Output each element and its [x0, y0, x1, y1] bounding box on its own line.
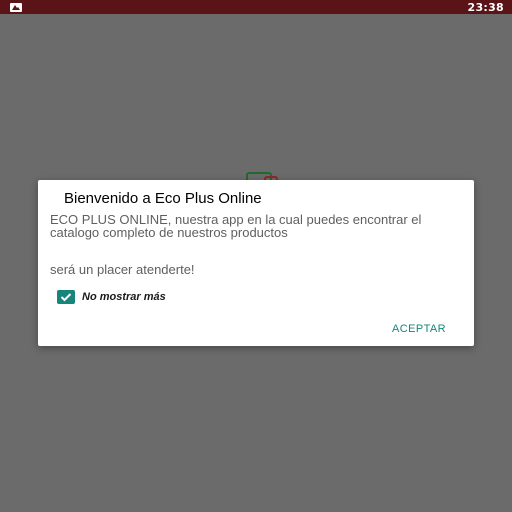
dont-show-again-checkbox[interactable] [57, 290, 75, 304]
dialog-message: ECO PLUS ONLINE, nuestra app en la cual … [50, 212, 422, 240]
status-bar: 23:38 [0, 0, 512, 14]
dialog-message-greeting: será un placer atenderte! [50, 262, 195, 277]
status-time: 23:38 [467, 0, 504, 14]
dont-show-again-row[interactable]: No mostrar más [57, 290, 166, 304]
welcome-dialog: Bienvenido a Eco Plus Online ECO PLUS ON… [38, 180, 474, 346]
notification-image-icon [10, 2, 22, 12]
checkmark-icon [60, 293, 72, 302]
accept-button[interactable]: ACEPTAR [374, 318, 464, 340]
dont-show-again-label[interactable]: No mostrar más [82, 291, 166, 303]
dialog-title: Bienvenido a Eco Plus Online [64, 190, 262, 207]
